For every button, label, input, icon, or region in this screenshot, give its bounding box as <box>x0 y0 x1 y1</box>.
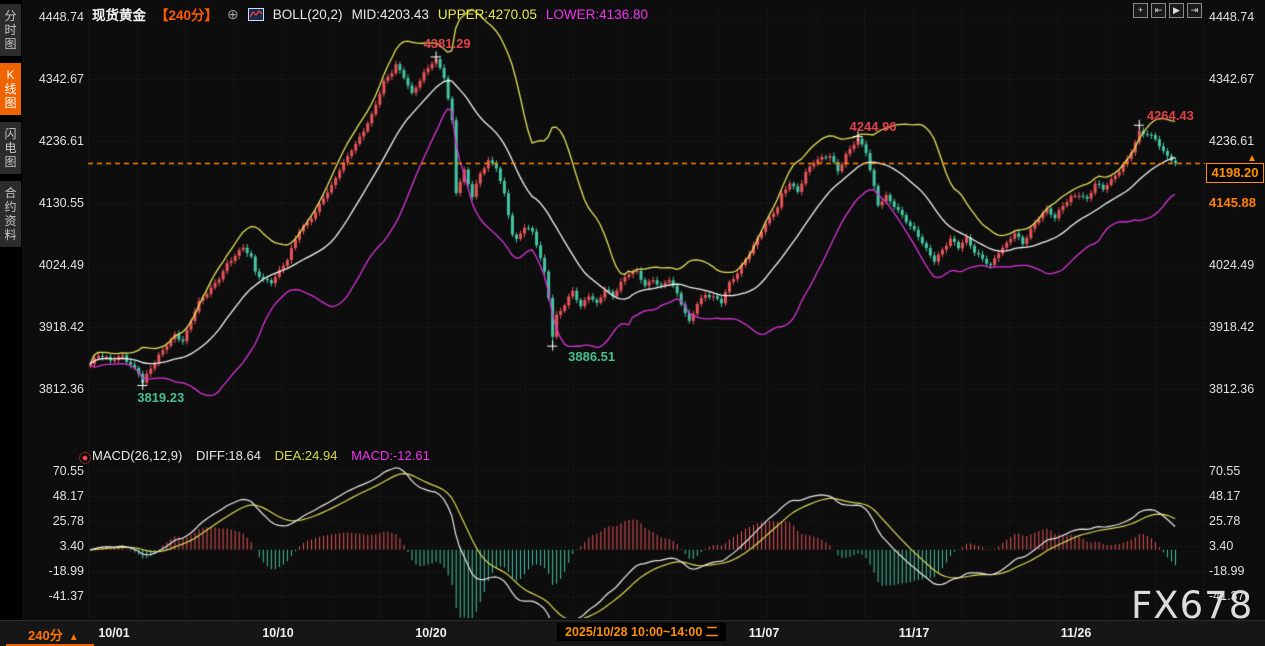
price-pointer-icon: ▲ <box>1247 153 1257 164</box>
price-annotation: 4381.29 <box>424 36 471 51</box>
selected-candle-datetime: 2025/10/28 10:00~14:00 二 <box>557 623 726 641</box>
last-price-marker: 4198.20 <box>1206 163 1264 183</box>
price-chart-canvas[interactable] <box>0 0 1265 645</box>
yaxis-left-label: 4024.49 <box>24 258 84 272</box>
x-axis-label: 10/10 <box>262 626 293 640</box>
yaxis-right-label: 3812.36 <box>1209 382 1254 396</box>
yaxis-left-label: 4448.74 <box>24 10 84 24</box>
alarm-icon[interactable] <box>79 452 91 464</box>
sidebar-tab-contract-info[interactable]: 合 约 资 料 <box>0 181 21 247</box>
x-axis-label: 11/26 <box>1061 626 1092 640</box>
yaxis-left-label: 3812.36 <box>24 382 84 396</box>
period-label: 【240分】 <box>155 4 218 24</box>
chart-header: 现货黄金 【240分】 ⊕ BOLL(20,2) MID:4203.43 UPP… <box>92 4 648 24</box>
zoom-circle-icon[interactable]: ⊕ <box>227 6 239 23</box>
yaxis-right-label: 4448.74 <box>1209 10 1254 24</box>
shift-right-edge-icon[interactable]: ⇥ <box>1187 3 1202 18</box>
x-axis-label: 11/07 <box>749 626 780 640</box>
macd-axis-left-label: -18.99 <box>24 564 84 578</box>
price-annotation: 3886.51 <box>568 349 615 364</box>
macd-axis-left-label: 25.78 <box>24 514 84 528</box>
yaxis-left-label: 4130.55 <box>24 196 84 210</box>
yaxis-right-label: 4024.49 <box>1209 258 1254 272</box>
x-axis-label: 11/17 <box>899 626 930 640</box>
macd-axis-left-label: -41.37 <box>24 589 84 603</box>
macd-dea-value: DEA:24.94 <box>275 448 338 463</box>
pan-crosshair-icon[interactable]: + <box>1133 3 1148 18</box>
sidebar: 分 时 图 K 线 图闪 电 图合 约 资 料 <box>0 0 22 645</box>
x-axis-label: 10/01 <box>98 626 129 640</box>
step-forward-icon[interactable]: ▶ <box>1169 3 1184 18</box>
secondary-price-marker: 4145.88 <box>1207 195 1258 210</box>
boll-lower-value: LOWER:4136.80 <box>546 7 648 22</box>
boll-upper-value: UPPER:4270.05 <box>438 7 537 22</box>
period-selector-label: 240分 <box>28 628 63 643</box>
macd-axis-right-label: -41.37 <box>1209 589 1244 603</box>
gold-kline-chart-app: 分 时 图 K 线 图闪 电 图合 约 资 料 现货黄金 【240分】 ⊕ BOL… <box>0 0 1265 645</box>
macd-axis-right-label: 70.55 <box>1209 464 1240 478</box>
macd-diff-value: DIFF:18.64 <box>196 448 261 463</box>
sidebar-tab-time-chart[interactable]: 分 时 图 <box>0 4 21 56</box>
time-axis-bar: 240分 ▲ 10/01 10/10 10/20 11/07 11/17 11/26 202… <box>0 620 1265 646</box>
boll-mid-value: MID:4203.43 <box>352 7 429 22</box>
chevron-up-icon: ▲ <box>69 632 79 643</box>
macd-axis-left-label: 48.17 <box>24 489 84 503</box>
price-annotation: 4264.43 <box>1147 108 1194 123</box>
macd-axis-right-label: 25.78 <box>1209 514 1240 528</box>
chart-style-icon[interactable] <box>248 8 264 21</box>
macd-params-label: MACD(26,12,9) <box>92 448 182 463</box>
zoom-left-edge-icon[interactable]: ⇤ <box>1151 3 1166 18</box>
macd-axis-right-label: 48.17 <box>1209 489 1240 503</box>
macd-axis-left-label: 3.40 <box>24 539 84 553</box>
sidebar-tab-flash-chart[interactable]: 闪 电 图 <box>0 122 21 174</box>
yaxis-left-label: 4342.67 <box>24 72 84 86</box>
boll-label: BOLL(20,2) <box>273 7 343 22</box>
yaxis-right-label: 4342.67 <box>1209 72 1254 86</box>
macd-header: MACD(26,12,9) DIFF:18.64 DEA:24.94 MACD:… <box>92 448 440 463</box>
macd-axis-right-label: 3.40 <box>1209 539 1233 553</box>
yaxis-right-label: 4236.61 <box>1209 134 1254 148</box>
x-axis-label: 10/20 <box>415 626 446 640</box>
macd-axis-right-label: -18.99 <box>1209 564 1244 578</box>
sidebar-tab-kline-chart[interactable]: K 线 图 <box>0 63 21 115</box>
toolbar: +⇤▶⇥ <box>1133 3 1202 18</box>
price-annotation: 3819.23 <box>137 390 184 405</box>
yaxis-left-label: 3918.42 <box>24 320 84 334</box>
yaxis-left-label: 4236.61 <box>24 134 84 148</box>
period-selector[interactable]: 240分 ▲ <box>28 625 79 644</box>
macd-bar-value: MACD:-12.61 <box>351 448 430 463</box>
yaxis-right-label: 3918.42 <box>1209 320 1254 334</box>
macd-axis-left-label: 70.55 <box>24 464 84 478</box>
price-annotation: 4244.96 <box>850 119 897 134</box>
symbol-name: 现货黄金 <box>92 4 146 24</box>
